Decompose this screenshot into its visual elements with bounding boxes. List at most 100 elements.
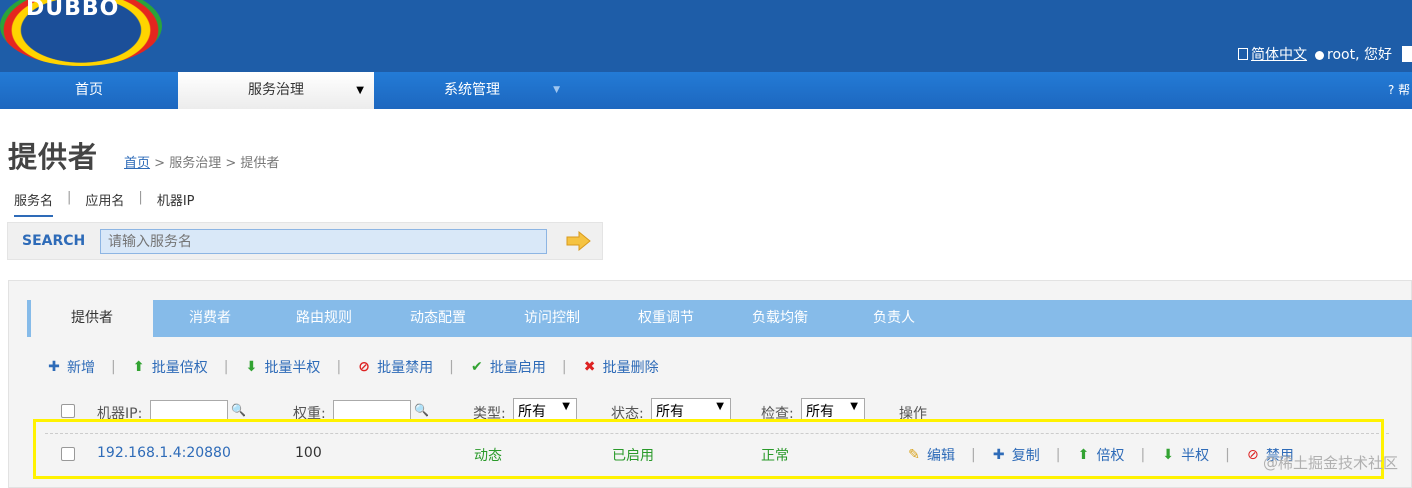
language-label[interactable]: 简体中文 [1251,47,1307,63]
type-filter-select[interactable]: 所有 ▼ [513,398,577,422]
tab-dynamic-config[interactable]: 动态配置 [381,300,495,337]
tab-weights[interactable]: 权重调节 [609,300,723,337]
providers-panel: 提供者 消费者 路由规则 动态配置 访问控制 权重调节 负载均衡 负责人 ✚ 新增… [8,280,1412,488]
add-button[interactable]: ✚ 新增 | [47,357,132,377]
weight-filter-label: 权重: [293,406,326,422]
page-title: 提供者 [8,140,99,174]
search-tab-service[interactable]: 服务名 [14,190,54,217]
type-value: 动态 [474,448,502,464]
nav-item-service-governance[interactable]: 服务治理 ▼ [178,72,374,109]
row-actions: ✎ 编辑 | ✚ 复制 | ⬆ 倍权 | ⬇ 半权 | ⊘ 禁用 [907,445,1294,465]
ops-column-label: 操作 [899,406,927,422]
caret-down-icon: ▼ [356,85,364,96]
edit-button[interactable]: ✎ 编辑 | [907,445,992,465]
table-row: 192.168.1.4:20880 100 动态 已启用 正常 ✎ 编辑 | ✚ 复制… [45,433,1389,473]
tab-consumers[interactable]: 消费者 [153,300,267,337]
divider: | [1225,447,1230,463]
status-filter-select[interactable]: 所有 ▼ [651,398,731,422]
header: DUBBO 简体中文 root, 您好 [0,0,1412,72]
ban-icon: ⊘ [358,359,371,375]
select-all-checkbox[interactable] [61,404,75,418]
close-icon: ✖ [583,359,596,375]
divider: | [449,359,454,375]
batch-delete-button[interactable]: ✖ 批量删除 [583,357,659,377]
document-icon [1238,48,1249,60]
arrow-down-icon: ⬇ [245,359,258,375]
check-filter-label: 检查: [761,406,794,422]
plus-icon: ✚ [992,447,1005,463]
search-icon[interactable]: 🔍 [414,403,429,417]
batch-double-weight-button[interactable]: ⬆ 批量倍权 | [132,357,245,377]
divider: | [67,190,72,205]
copy-button[interactable]: ✚ 复制 | [992,445,1077,465]
search-type-tabs: 服务名 | 应用名 | 机器IP [14,190,195,217]
tab-providers[interactable]: 提供者 [27,300,153,337]
batch-delete-label: 批量删除 [602,360,659,376]
divider: | [111,359,116,375]
double-weight-label: 倍权 [1096,448,1125,464]
divider: | [336,359,342,375]
arrow-up-icon: ⬆ [132,359,145,375]
check-filter-value: 所有 [806,404,834,420]
filter-row: 机器IP: 🔍 权重: 🔍 类型: 所有 ▼ 状态: 所有 ▼ 检查: 所有 ▼ 操作 [45,398,1385,424]
weight-filter-input[interactable] [333,400,411,422]
divider: | [1055,447,1061,463]
half-weight-label: 半权 [1181,448,1210,464]
weight-value: 100 [295,445,322,461]
ip-filter-input[interactable] [150,400,228,422]
check-icon: ✔ [471,359,483,375]
double-weight-button[interactable]: ⬆ 倍权 | [1076,445,1161,465]
breadcrumb-rest: > 服务治理 > 提供者 [150,156,280,171]
help-link[interactable]: ? 帮 [1388,72,1412,109]
search-tab-application[interactable]: 应用名 [85,190,124,209]
header-user-area: 简体中文 root, 您好 [1238,44,1412,64]
search-tab-ip[interactable]: 机器IP [157,190,195,209]
edit-label: 编辑 [927,448,955,464]
check-filter-select[interactable]: 所有 ▼ [801,398,865,422]
section-tabs: 提供者 消费者 路由规则 动态配置 访问控制 权重调节 负载均衡 负责人 [27,300,1412,337]
batch-enable-label: 批量启用 [489,360,546,376]
search-input[interactable] [100,229,547,254]
caret-down-icon: ▼ [562,401,570,412]
arrow-down-icon: ⬇ [1162,447,1175,463]
nav-item-label: 服务治理 [248,82,304,98]
divider: | [971,447,976,463]
type-filter-value: 所有 [518,404,546,420]
arrow-right-icon[interactable] [566,231,591,251]
nav-item-system-management[interactable]: 系统管理 ▼ [374,72,570,109]
breadcrumb-home-link[interactable]: 首页 [124,156,150,171]
divider: | [138,190,143,205]
dubbo-logo[interactable]: DUBBO [0,0,162,66]
ip-filter-label: 机器IP: [97,406,143,422]
batch-enable-button[interactable]: ✔ 批量启用 | [470,357,583,377]
greeting-text: root, 您好 [1327,47,1392,63]
logout-icon[interactable] [1402,46,1412,62]
nav-item-label: 系统管理 [444,82,500,98]
provider-address-link[interactable]: 192.168.1.4:20880 [97,445,231,461]
plus-icon: ✚ [48,359,60,375]
watermark: @稀土掘金技术社区 [1262,454,1398,472]
search-box: SEARCH [7,222,603,260]
arrow-up-icon: ⬆ [1077,447,1090,463]
nav-item-home[interactable]: 首页 [0,72,178,109]
batch-disable-button[interactable]: ⊘ 批量禁用 | [357,357,470,377]
batch-half-weight-button[interactable]: ⬇ 批量半权 | [244,357,357,377]
divider: | [223,359,229,375]
search-icon[interactable]: 🔍 [231,403,246,417]
tab-owners[interactable]: 负责人 [837,300,951,337]
tab-routes[interactable]: 路由规则 [267,300,381,337]
caret-down-icon: ▼ [553,85,560,95]
half-weight-button[interactable]: ⬇ 半权 | [1161,445,1246,465]
batch-disable-label: 批量禁用 [377,360,434,376]
status-filter-value: 所有 [656,404,684,420]
caret-down-icon: ▼ [850,401,858,412]
batch-half-weight-label: 批量半权 [264,360,321,376]
divider: | [561,359,567,375]
tab-access-control[interactable]: 访问控制 [495,300,609,337]
tab-load-balance[interactable]: 负载均衡 [723,300,837,337]
language-link[interactable]: 简体中文 [1238,44,1307,64]
type-filter-label: 类型: [473,406,506,422]
status-filter-label: 状态: [611,406,644,422]
check-value: 正常 [761,448,789,464]
row-checkbox[interactable] [61,447,75,461]
